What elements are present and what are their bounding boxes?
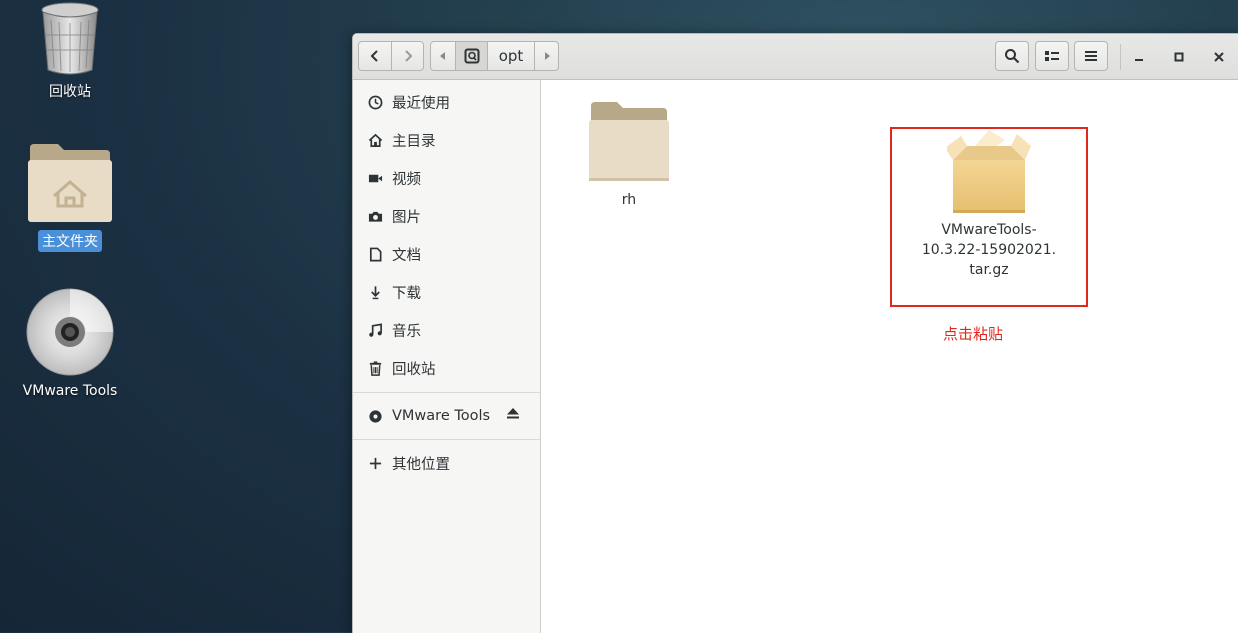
- sidebar-separator: [353, 439, 540, 440]
- sidebar-item-label: 主目录: [392, 133, 436, 150]
- file-item-archive[interactable]: VMwareTools- 10.3.22-15902021. tar.gz: [900, 126, 1078, 280]
- sidebar-item-recent[interactable]: 最近使用: [353, 83, 540, 121]
- path-scroll-left[interactable]: [430, 41, 456, 71]
- cd-disc-icon: [26, 288, 114, 376]
- music-icon: [367, 322, 383, 338]
- maximize-button[interactable]: [1169, 47, 1189, 67]
- file-name-line: 10.3.22-15902021.: [921, 242, 1057, 258]
- sidebar-item-documents[interactable]: 文档: [353, 235, 540, 273]
- sidebar-item-label: 音乐: [392, 323, 421, 340]
- desktop-home-folder[interactable]: 主文件夹: [15, 142, 125, 252]
- header-separator: [1120, 44, 1121, 70]
- eject-icon[interactable]: [506, 406, 520, 424]
- file-name-line: VMwareTools-: [941, 222, 1037, 238]
- chevron-right-icon: [404, 50, 412, 62]
- sidebar-item-label: VMware Tools: [392, 408, 491, 424]
- file-view[interactable]: rh VMwareTools- 10.3.22-15902021. tar.gz: [541, 80, 1238, 633]
- home-icon: [367, 132, 383, 148]
- triangle-right-icon: [544, 52, 550, 60]
- sidebar-item-label: 回收站: [392, 361, 436, 378]
- sidebar-item-label: 图片: [392, 209, 421, 226]
- sidebar-item-home[interactable]: 主目录: [353, 121, 540, 159]
- file-name: VMwareTools- 10.3.22-15902021. tar.gz: [900, 220, 1078, 280]
- sidebar-item-downloads[interactable]: 下载: [353, 273, 540, 311]
- close-icon: [1214, 52, 1224, 62]
- disc-icon: [367, 408, 383, 424]
- sidebar-separator: [353, 392, 540, 393]
- folder-icon: [589, 102, 669, 181]
- video-icon: [367, 170, 383, 186]
- sidebar-item-music[interactable]: 音乐: [353, 311, 540, 349]
- desktop-vmware-label: VMware Tools: [22, 383, 118, 399]
- desktop-trash-label: 回收站: [49, 84, 91, 100]
- sidebar: 最近使用 主目录 视频 图片 文档 下载 音乐 回收站 VMware Tools…: [353, 80, 541, 633]
- file-name: rh: [621, 192, 637, 208]
- path-crumb-opt[interactable]: opt: [487, 41, 535, 71]
- path-bar: opt: [430, 41, 559, 71]
- maximize-icon: [1174, 52, 1184, 62]
- minimize-icon: [1135, 59, 1143, 61]
- file-manager-window: opt 最近使用 主目录 视频 图片 文档 下载 音乐 回收站 VMware T…: [352, 33, 1238, 633]
- sidebar-item-label: 其他位置: [392, 456, 450, 473]
- package-box-icon: [947, 130, 1031, 213]
- sidebar-item-pictures[interactable]: 图片: [353, 197, 540, 235]
- close-button[interactable]: [1209, 47, 1229, 67]
- chevron-left-icon: [370, 50, 378, 62]
- view-toggle-icon: [1045, 51, 1059, 61]
- camera-icon: [367, 208, 383, 224]
- sidebar-item-trash[interactable]: 回收站: [353, 349, 540, 387]
- download-icon: [367, 284, 383, 300]
- view-toggle-button[interactable]: [1035, 41, 1069, 71]
- desktop-vmware-tools[interactable]: VMware Tools: [15, 288, 125, 400]
- sidebar-item-label: 下载: [392, 285, 421, 302]
- file-name-line: tar.gz: [969, 262, 1009, 278]
- minimize-button[interactable]: [1129, 47, 1149, 67]
- sidebar-item-label: 最近使用: [392, 95, 450, 112]
- sidebar-item-label: 视频: [392, 171, 421, 188]
- home-folder-icon: [28, 144, 112, 222]
- path-crumb-label: opt: [498, 47, 524, 65]
- trash-icon: [367, 360, 383, 376]
- sidebar-item-other-locations[interactable]: 其他位置: [353, 441, 540, 485]
- search-button[interactable]: [995, 41, 1029, 71]
- sidebar-item-videos[interactable]: 视频: [353, 159, 540, 197]
- back-button[interactable]: [358, 41, 392, 71]
- document-icon: [367, 246, 383, 262]
- trash-icon: [41, 2, 99, 75]
- desktop-home-label: 主文件夹: [38, 230, 102, 252]
- sidebar-item-vmware-tools[interactable]: VMware Tools: [353, 394, 540, 438]
- path-scroll-right[interactable]: [534, 41, 559, 71]
- file-item-folder[interactable]: rh: [581, 100, 677, 208]
- sidebar-item-label: 文档: [392, 247, 421, 264]
- plus-icon: [367, 455, 383, 471]
- forward-button[interactable]: [391, 41, 424, 71]
- triangle-left-icon: [440, 52, 445, 60]
- desktop-trash[interactable]: 回收站: [15, 0, 125, 102]
- drive-icon: [464, 48, 479, 64]
- hamburger-menu-icon: [1085, 51, 1097, 61]
- path-root-button[interactable]: [455, 41, 488, 71]
- annotation-text: 点击粘贴: [943, 325, 1004, 343]
- header-bar: opt: [353, 34, 1238, 80]
- clock-icon: [367, 94, 383, 110]
- search-icon: [1005, 49, 1020, 64]
- menu-button[interactable]: [1074, 41, 1108, 71]
